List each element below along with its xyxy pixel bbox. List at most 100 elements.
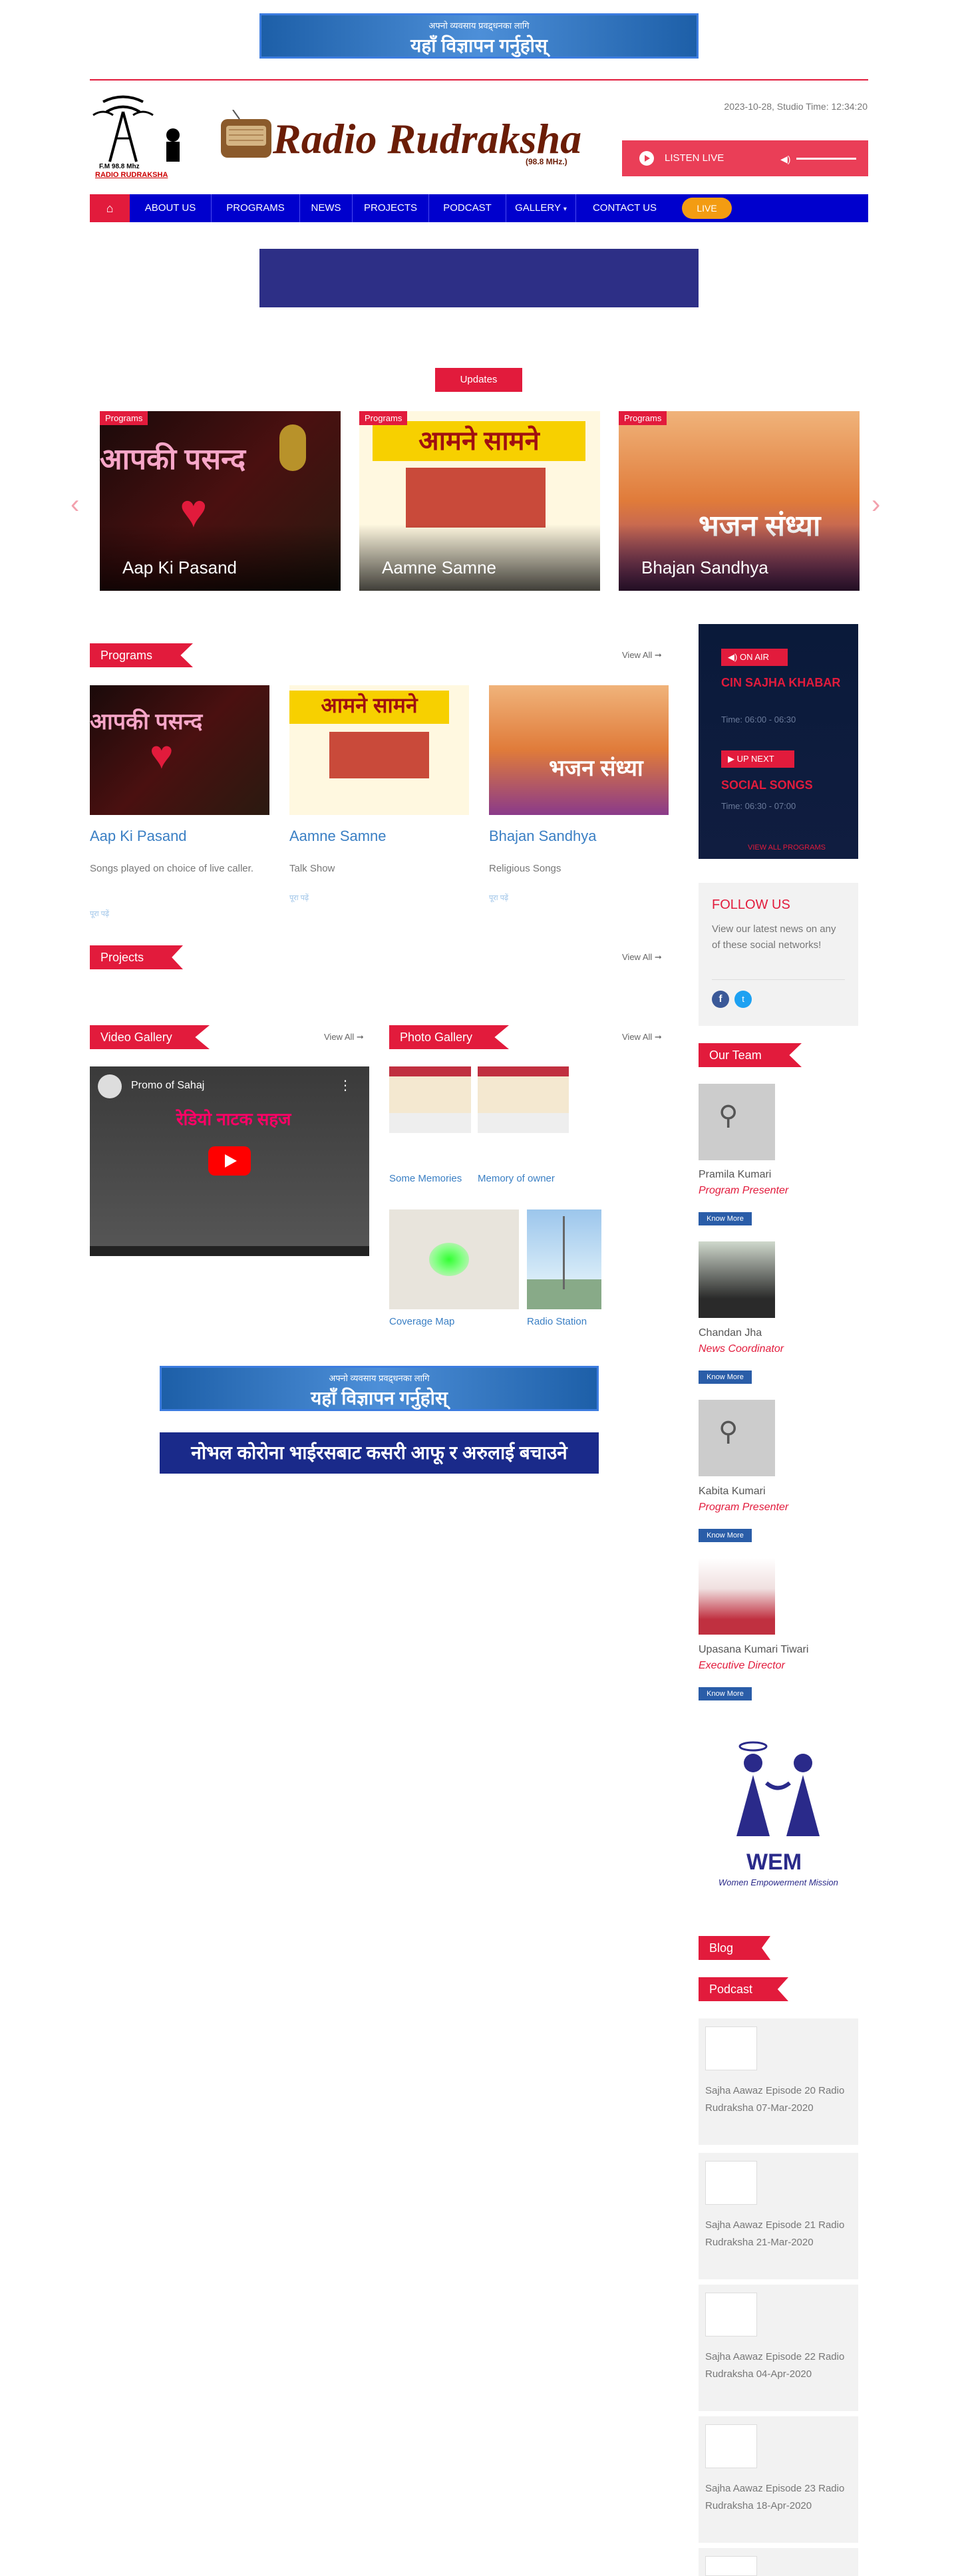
- video-title[interactable]: Promo of Sahaj: [131, 1080, 204, 1092]
- program-description: Talk Show: [289, 863, 335, 874]
- program-read-more-link[interactable]: पूरा पढ़ें: [289, 893, 309, 903]
- volume-icon[interactable]: ◀): [780, 154, 790, 165]
- slide-aamne-samne[interactable]: आमने सामने Programs Aamne Samne: [359, 411, 600, 591]
- program-title[interactable]: Aap Ki Pasand: [90, 828, 187, 845]
- slide-banner-text: आमने सामने: [373, 421, 585, 461]
- podcast-thumbnail: [705, 2556, 757, 2576]
- nav-live-button[interactable]: LIVE: [682, 198, 732, 219]
- ad-line-1: अफ्नो व्यवसाय प्रवद्र्धनका लागि: [329, 1373, 430, 1383]
- podcast-item[interactable]: Sajha Aawaz Episode 23 Radio Rudraksha 1…: [699, 2416, 858, 2543]
- nav-contact-us[interactable]: CONTACT US: [576, 194, 673, 222]
- advertisement-placeholder[interactable]: [259, 249, 699, 307]
- slide-category-tag: Programs: [619, 411, 667, 425]
- know-more-button[interactable]: Know More: [699, 1687, 752, 1700]
- podcast-title[interactable]: Sajha Aawaz Episode 21 Radio Rudraksha 2…: [705, 2217, 852, 2251]
- programs-heading: Programs: [90, 643, 193, 667]
- program-thumbnail[interactable]: आमने सामने: [289, 685, 469, 815]
- slider-next-arrow-icon[interactable]: ›: [872, 490, 880, 520]
- up-next-time: Time: 06:30 - 07:00: [721, 801, 796, 811]
- program-thumbnail[interactable]: आपकी पसन्द ♥: [90, 685, 269, 815]
- nav-projects[interactable]: PROJECTS: [353, 194, 429, 222]
- up-next-label: UP NEXT: [736, 754, 774, 764]
- podcast-title[interactable]: Sajha Aawaz Episode 22 Radio Rudraksha 0…: [705, 2348, 852, 2383]
- podcast-item[interactable]: Sajha Aawaz Episode 21 Radio Rudraksha 2…: [699, 2153, 858, 2279]
- gallery-photo-coverage-map[interactable]: [389, 1209, 519, 1309]
- podcast-item[interactable]: [699, 2548, 858, 2576]
- podcast-heading: Podcast: [699, 1977, 788, 2001]
- our-team-heading: Our Team: [699, 1043, 802, 1067]
- logo-name: RADIO RUDRAKSHA: [95, 171, 168, 179]
- view-all-programs-link[interactable]: VIEW ALL PROGRAMS: [748, 844, 826, 852]
- station-logo[interactable]: F.M 98.8 Mhz RADIO RUDRAKSHA: [90, 88, 196, 182]
- volume-slider[interactable]: [796, 158, 856, 160]
- gallery-caption[interactable]: Coverage Map: [389, 1316, 454, 1327]
- projects-view-all-link[interactable]: View All ➞: [622, 952, 662, 963]
- gallery-caption[interactable]: Memory of owner: [478, 1173, 555, 1184]
- know-more-button[interactable]: Know More: [699, 1370, 752, 1384]
- program-read-more-link[interactable]: पूरा पढ़ें: [90, 909, 109, 919]
- video-gallery-heading: Video Gallery: [90, 1025, 210, 1049]
- slide-category-tag: Programs: [359, 411, 408, 425]
- on-air-title: CIN SAJHA KHABAR: [721, 676, 841, 689]
- on-air-badge: ◀) ON AIR: [721, 649, 788, 666]
- slide-banner-text: आपकी पसन्द: [100, 443, 246, 476]
- nav-about-us[interactable]: ABOUT US: [130, 194, 212, 222]
- know-more-button[interactable]: Know More: [699, 1529, 752, 1542]
- youtube-play-icon[interactable]: [208, 1146, 251, 1176]
- video-player[interactable]: Promo of Sahaj ⋮ रेडियो नाटक सहज: [90, 1066, 369, 1256]
- corona-awareness-banner[interactable]: नोभल कोरोना भाईरसबाट कसरी आफू र अरुलाई ब…: [160, 1432, 599, 1474]
- on-air-time: Time: 06:00 - 06:30: [721, 715, 796, 724]
- gallery-photo-radio-station[interactable]: [527, 1209, 601, 1309]
- twitter-icon[interactable]: t: [734, 991, 752, 1008]
- podcast-title[interactable]: Sajha Aawaz Episode 23 Radio Rudraksha 1…: [705, 2480, 852, 2515]
- gallery-caption[interactable]: Some Memories: [389, 1173, 462, 1184]
- wem-name: WEM: [746, 1850, 802, 1875]
- speaker-icon: ◀): [728, 652, 740, 662]
- podcast-title[interactable]: Sajha Aawaz Episode 20 Radio Rudraksha 0…: [705, 2082, 852, 2117]
- nav-programs[interactable]: PROGRAMS: [212, 194, 300, 222]
- program-banner-text: आमने सामने: [289, 691, 449, 724]
- video-gallery-view-all-link[interactable]: View All ➞: [324, 1032, 364, 1043]
- gallery-photo-memory-of-owner[interactable]: [478, 1066, 569, 1133]
- slide-bhajan-sandhya[interactable]: भजन संध्या Programs Bhajan Sandhya: [619, 411, 860, 591]
- chevron-down-icon: ▾: [563, 206, 567, 213]
- nav-gallery-label: GALLERY: [515, 202, 561, 214]
- team-member-role: Program Presenter: [699, 1502, 789, 1513]
- listen-live-player[interactable]: LISTEN LIVE ◀): [622, 140, 868, 176]
- brand-wordmark[interactable]: Radio Rudraksha (98.8 MHz.): [220, 106, 585, 173]
- slide-category-tag: Programs: [100, 411, 148, 425]
- podcast-thumbnail: [705, 2026, 757, 2070]
- nav-podcast[interactable]: PODCAST: [429, 194, 506, 222]
- listen-live-label: LISTEN LIVE: [665, 152, 724, 164]
- nav-gallery[interactable]: GALLERY ▾: [506, 194, 576, 222]
- program-title[interactable]: Bhajan Sandhya: [489, 828, 596, 845]
- podcast-item[interactable]: Sajha Aawaz Episode 22 Radio Rudraksha 0…: [699, 2285, 858, 2411]
- podcast-item[interactable]: Sajha Aawaz Episode 20 Radio Rudraksha 0…: [699, 2018, 858, 2145]
- forward-icon: ▶: [728, 754, 737, 764]
- team-member-role: Executive Director: [699, 1660, 785, 1671]
- brand-frequency: (98.8 MHz.): [526, 157, 567, 166]
- play-icon[interactable]: [639, 151, 654, 166]
- facebook-icon[interactable]: f: [712, 991, 729, 1008]
- podcast-thumbnail: [705, 2161, 757, 2205]
- team-photo: [699, 1241, 775, 1318]
- team-photo: [699, 1558, 775, 1635]
- wem-logo[interactable]: WEM Women Empowerment Mission: [707, 1736, 850, 1896]
- gallery-photo-some-memories[interactable]: [389, 1066, 471, 1133]
- bottom-advertisement-banner[interactable]: अफ्नो व्यवसाय प्रवद्र्धनका लागि यहाँ विज…: [160, 1366, 599, 1411]
- program-title[interactable]: Aamne Samne: [289, 828, 387, 845]
- photo-gallery-view-all-link[interactable]: View All ➞: [622, 1032, 662, 1043]
- slide-aap-ki-pasand[interactable]: आपकी पसन्द ♥ Programs Aap Ki Pasand: [100, 411, 341, 591]
- program-banner-text: आपकी पसन्द: [90, 709, 203, 734]
- program-thumbnail[interactable]: भजन संध्या: [489, 685, 669, 815]
- programs-view-all-link[interactable]: View All ➞: [622, 650, 662, 661]
- slider-prev-arrow-icon[interactable]: ‹: [71, 490, 79, 520]
- top-advertisement-banner[interactable]: अफ्नो व्यवसाय प्रवद्र्धनका लागि यहाँ विज…: [259, 13, 699, 59]
- know-more-button[interactable]: Know More: [699, 1212, 752, 1225]
- program-read-more-link[interactable]: पूरा पढ़ें: [489, 893, 508, 903]
- gallery-caption[interactable]: Radio Station: [527, 1316, 587, 1327]
- more-options-icon[interactable]: ⋮: [339, 1077, 352, 1094]
- nav-news[interactable]: NEWS: [300, 194, 353, 222]
- team-member-name: Pramila Kumari: [699, 1169, 772, 1180]
- home-icon[interactable]: ⌂: [90, 194, 130, 222]
